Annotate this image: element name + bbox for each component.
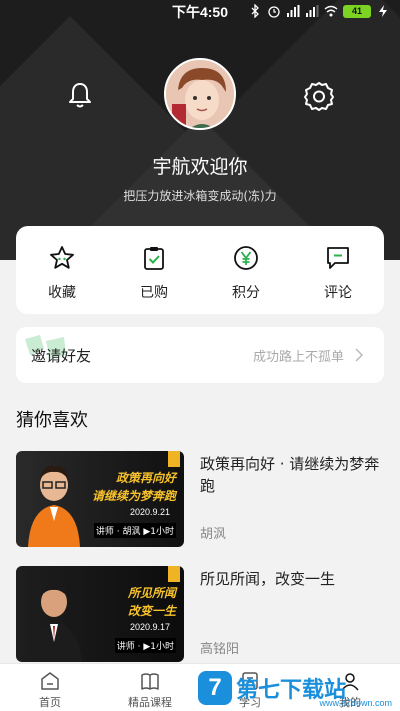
- course-author: 胡沨: [200, 527, 227, 542]
- quick-menu-label: 收藏: [48, 285, 76, 301]
- tab-courses[interactable]: 精品课程: [100, 664, 200, 711]
- home-icon: [41, 672, 59, 690]
- status-bar: 下午4:50 41: [0, 0, 400, 24]
- site-watermark: 7 第七下载站 www.d7down.com: [198, 668, 394, 708]
- points-button[interactable]: 积分: [200, 226, 292, 314]
- lecturer-photo: [26, 584, 82, 662]
- greeting-text: 宇航欢迎你: [152, 156, 248, 178]
- tab-home[interactable]: 首页: [0, 664, 100, 711]
- quick-menu-label: 评论: [324, 285, 352, 301]
- signal-icon: [306, 5, 319, 17]
- watermark-url: www.d7down.com: [319, 698, 392, 708]
- quick-menu-card: 收藏 已购 积分 评论: [16, 226, 384, 314]
- course-title[interactable]: 政策再向好 · 请继续为梦奔跑: [200, 453, 380, 497]
- star-icon: [50, 246, 74, 269]
- thumbnail-subheadline: 改变一生: [127, 604, 176, 618]
- wifi-icon: [324, 5, 338, 17]
- course-author: 高铭阳: [200, 642, 240, 657]
- chevron-right-icon: [355, 348, 364, 362]
- invite-title: 邀请好友: [31, 346, 92, 365]
- thumbnail-teacher: 讲师 · 胡沨 ▶1小时: [93, 523, 176, 538]
- clipboard-check-icon: [144, 247, 164, 270]
- purchased-button[interactable]: 已购: [108, 226, 200, 314]
- course-thumbnail[interactable]: 所见所闻 改变一生 2020.9.17 讲师 · ▶1小时: [16, 566, 184, 662]
- thumbnail-subheadline: 请继续为梦奔跑: [91, 489, 176, 503]
- tab-label: 精品课程: [128, 696, 172, 709]
- course-card[interactable]: 政策再向好 请继续为梦奔跑 2020.9.21 讲师 · 胡沨 ▶1小时 政策再…: [16, 451, 384, 549]
- course-title[interactable]: 所见所闻，改变一生: [200, 568, 380, 590]
- course-card[interactable]: 所见所闻 改变一生 2020.9.17 讲师 · ▶1小时 所见所闻，改变一生 …: [16, 566, 384, 664]
- battery-indicator: 41: [343, 4, 371, 18]
- thumbnail-headline: 所见所闻: [127, 586, 176, 600]
- tab-label: 首页: [39, 696, 61, 709]
- yen-coin-icon: [234, 246, 258, 270]
- watermark-logo: 7: [198, 671, 232, 705]
- notification-bell-icon[interactable]: [65, 80, 95, 110]
- quick-menu-label: 已购: [140, 285, 168, 301]
- favorites-button[interactable]: 收藏: [16, 226, 108, 314]
- thumbnail-date: 2020.9.21: [129, 507, 170, 517]
- course-thumbnail[interactable]: 政策再向好 请继续为梦奔跑 2020.9.21 讲师 · 胡沨 ▶1小时: [16, 451, 184, 547]
- book-icon: [141, 673, 159, 690]
- bluetooth-icon: [251, 4, 259, 18]
- section-title: 猜你喜欢: [16, 410, 88, 431]
- thumbnail-date: 2020.9.17: [129, 622, 170, 632]
- invite-slogan: 成功路上不孤单: [252, 349, 344, 365]
- thumbnail-headline: 政策再向好: [115, 471, 176, 485]
- settings-gear-icon[interactable]: [303, 80, 335, 112]
- lecturer-photo: [28, 465, 80, 547]
- alarm-icon: [268, 6, 280, 18]
- signal-icon: [287, 5, 300, 17]
- profile-header: [0, 0, 400, 260]
- quick-menu-label: 积分: [232, 285, 260, 301]
- thumbnail-teacher: 讲师 · ▶1小时: [114, 638, 176, 653]
- bookmark-tag-icon: [168, 566, 180, 582]
- charging-icon: [379, 5, 387, 17]
- avatar[interactable]: [164, 58, 236, 130]
- comments-button[interactable]: 评论: [292, 226, 384, 314]
- invite-friends-row[interactable]: 邀请好友 成功路上不孤单: [16, 327, 384, 383]
- bookmark-tag-icon: [168, 451, 180, 467]
- user-motto: 把压力放进冰箱变成动(冻)力: [123, 189, 277, 203]
- comment-icon: [327, 247, 349, 269]
